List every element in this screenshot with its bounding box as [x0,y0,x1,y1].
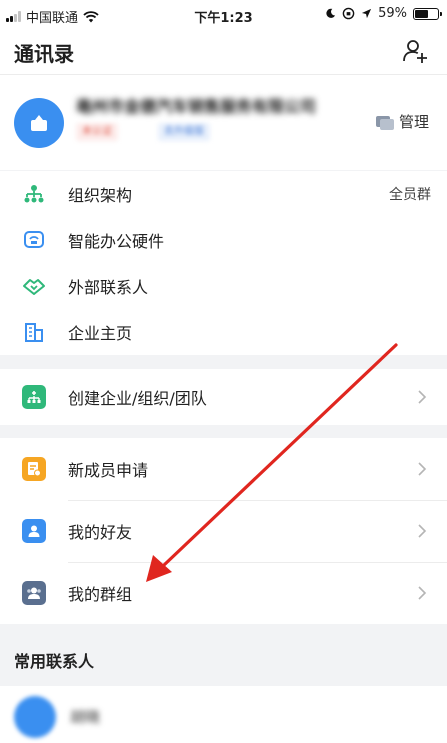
new-member-requests-label: 新成员申请 [68,461,149,480]
create-org-row[interactable]: 创建企业/组织/团队 [0,369,447,425]
upgrade-badge[interactable]: 去升级版 [158,123,210,141]
status-bar: 中国联通 下午1:23 59% [0,0,447,30]
personal-menu: 新成员申请 我的好友 我的群组 [0,438,447,624]
create-org-icon [22,385,46,409]
chevron-right-icon [418,524,427,538]
create-menu: 创建企业/组织/团队 [0,369,447,425]
chevron-right-icon [418,462,427,476]
frequent-contacts-heading: 常用联系人 [14,652,95,671]
manage-button[interactable]: 管理 [375,111,429,132]
avatar [14,696,56,738]
new-member-icon [22,457,46,481]
manage-icon [375,115,394,130]
smart-hardware-label: 智能办公硬件 [68,232,165,251]
company-homepage-row[interactable]: 企业主页 [0,309,447,355]
battery-percent: 59% [378,6,407,21]
contact-name: 胡晓 [70,708,101,726]
nav-bar: 通讯录 [0,30,447,74]
all-members-group-link[interactable]: 全员群 [389,184,431,204]
group-icon [22,581,46,605]
moon-icon [326,8,336,18]
org-structure-row[interactable]: 组织架构 全员群 [0,171,447,217]
rotation-lock-icon [342,7,355,20]
building-icon [22,320,46,344]
external-contacts-label: 外部联系人 [68,278,149,297]
status-badge: 未认证 [76,123,118,141]
hardware-icon [22,228,46,252]
add-contact-icon[interactable] [401,37,429,65]
new-member-requests-row[interactable]: 新成员申请 [0,438,447,500]
location-icon [362,8,372,19]
page-title: 通讯录 [14,42,74,66]
manage-label: 管理 [398,113,429,131]
company-homepage-label: 企业主页 [68,324,133,343]
company-logo-icon [31,115,47,131]
org-structure-label: 组织架构 [68,186,133,205]
friend-icon [22,519,46,543]
smart-hardware-row[interactable]: 智能办公硬件 [0,217,447,263]
handshake-icon [22,274,46,298]
org-menu: 组织架构 全员群 智能办公硬件 外部联系人 企业主页 [0,171,447,355]
battery-icon [413,7,442,20]
chevron-right-icon [418,586,427,600]
chevron-right-icon [418,390,427,404]
my-groups-row[interactable]: 我的群组 [0,562,447,624]
company-avatar [14,98,64,148]
external-contacts-row[interactable]: 外部联系人 [0,263,447,309]
my-groups-label: 我的群组 [68,585,133,604]
my-friends-label: 我的好友 [68,523,133,542]
company-name: 亳州市金德汽车销售服务有限公司 [76,97,317,116]
company-card[interactable]: 亳州市金德汽车销售服务有限公司 未认证 去升级版 管理 [0,74,447,170]
create-org-label: 创建企业/组织/团队 [68,389,207,408]
contact-row[interactable]: 胡晓 [0,686,447,743]
my-friends-row[interactable]: 我的好友 [0,500,447,562]
org-chart-icon [22,182,46,206]
